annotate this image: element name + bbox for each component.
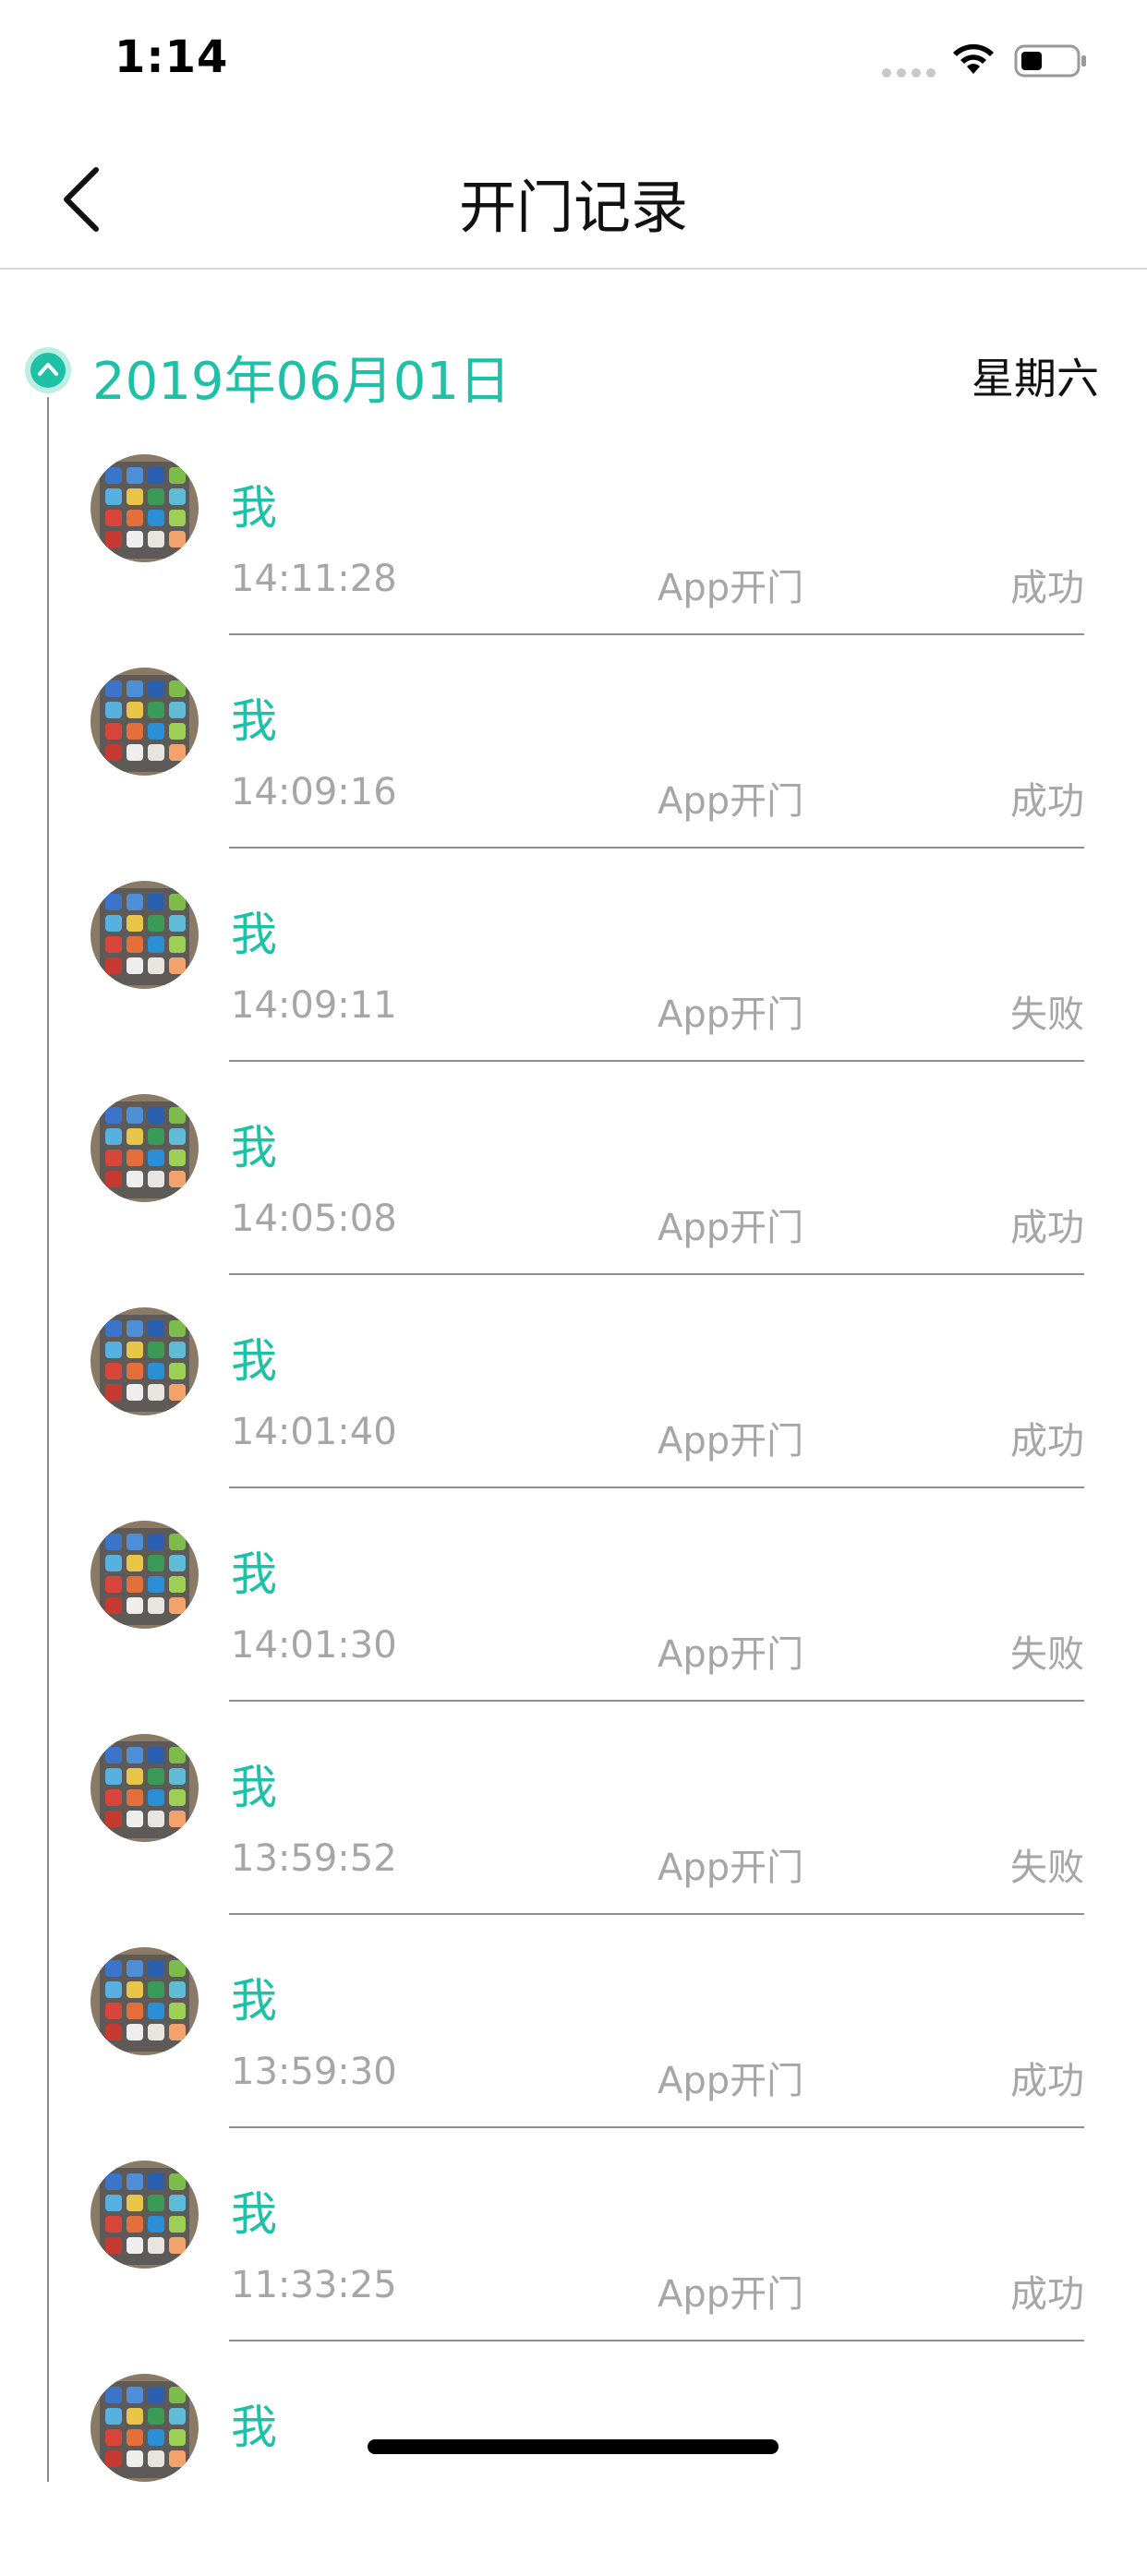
record-row[interactable]: 我 14:09:16 App开门 成功 xyxy=(0,656,1147,870)
row-divider xyxy=(229,1700,1084,1702)
record-method: App开门 xyxy=(658,2060,804,2102)
record-method: App开门 xyxy=(658,1207,804,1249)
record-row[interactable]: 我 14:09:11 App开门 失败 xyxy=(0,870,1147,1083)
record-row[interactable]: 我 14:01:40 App开门 成功 xyxy=(0,1296,1147,1510)
record-method: App开门 xyxy=(658,2273,804,2316)
record-method: App开门 xyxy=(658,1420,804,1463)
avatar xyxy=(91,1947,199,2055)
group-date: 2019年06月01日 xyxy=(92,352,512,412)
record-user-name: 我 xyxy=(231,481,277,535)
avatar xyxy=(91,1734,199,1842)
record-method: App开门 xyxy=(658,1847,804,1889)
avatar xyxy=(91,1094,199,1202)
row-divider xyxy=(229,633,1084,635)
record-method: App开门 xyxy=(658,993,804,1036)
home-indicator[interactable] xyxy=(368,2439,779,2454)
collapse-up-icon[interactable] xyxy=(23,345,73,395)
record-time: 14:01:40 xyxy=(231,1411,397,1453)
record-result: 失败 xyxy=(1010,993,1084,1036)
record-time: 14:01:30 xyxy=(231,1624,397,1667)
record-time: 11:33:25 xyxy=(231,2264,397,2306)
status-bar: 1:14 xyxy=(0,0,1147,122)
avatar xyxy=(91,1521,199,1629)
record-list: 我 14:11:28 App开门 成功 我 14:09:16 App开门 成功 … xyxy=(0,443,1147,2576)
record-user-name: 我 xyxy=(231,1547,277,1601)
record-user-name: 我 xyxy=(231,908,277,961)
row-divider xyxy=(229,1060,1084,1062)
record-row[interactable]: 我 14:11:28 App开门 成功 xyxy=(0,443,1147,656)
record-method: App开门 xyxy=(658,1633,804,1676)
record-method: App开门 xyxy=(658,567,804,609)
row-divider xyxy=(229,1913,1084,1915)
record-user-name: 我 xyxy=(231,1761,277,1814)
avatar xyxy=(91,1307,199,1415)
row-divider xyxy=(229,847,1084,849)
record-user-name: 我 xyxy=(231,1974,277,2028)
record-result: 成功 xyxy=(1010,1420,1084,1463)
row-divider xyxy=(229,2340,1084,2341)
navigation-bar: 开门记录 xyxy=(0,122,1147,270)
record-time: 14:11:28 xyxy=(231,558,397,600)
avatar xyxy=(91,668,199,776)
record-row[interactable]: 我 13:59:30 App开门 成功 xyxy=(0,1936,1147,2149)
record-user-name: 我 xyxy=(231,2401,277,2454)
group-weekday: 星期六 xyxy=(972,354,1099,403)
row-divider xyxy=(229,1487,1084,1488)
record-user-name: 我 xyxy=(231,1121,277,1174)
page-title: 开门记录 xyxy=(458,174,688,241)
record-result: 成功 xyxy=(1010,2060,1084,2102)
record-method: App开门 xyxy=(658,780,804,823)
record-result: 失败 xyxy=(1010,1847,1084,1889)
record-row[interactable]: 我 13:59:52 App开门 失败 xyxy=(0,1723,1147,1936)
cellular-signal-icon xyxy=(882,68,937,78)
record-row[interactable]: 我 14:05:08 App开门 成功 xyxy=(0,1083,1147,1296)
avatar xyxy=(91,454,199,562)
record-result: 成功 xyxy=(1010,780,1084,823)
avatar xyxy=(91,881,199,989)
avatar xyxy=(91,2161,199,2269)
record-time: 13:59:52 xyxy=(231,1837,397,1880)
record-row[interactable]: 我 xyxy=(0,2363,1147,2576)
row-divider xyxy=(229,2126,1084,2128)
record-user-name: 我 xyxy=(231,1334,277,1388)
date-group-header[interactable]: 2019年06月01日 星期六 xyxy=(0,336,1147,412)
status-time: 1:14 xyxy=(115,31,229,83)
record-user-name: 我 xyxy=(231,2187,277,2241)
record-user-name: 我 xyxy=(231,694,277,748)
record-row[interactable]: 我 14:01:30 App开门 失败 xyxy=(0,1510,1147,1723)
row-divider xyxy=(229,1273,1084,1275)
wifi-icon xyxy=(953,43,994,74)
record-time: 14:05:08 xyxy=(231,1198,397,1240)
record-time: 13:59:30 xyxy=(231,2051,397,2093)
record-time: 14:09:11 xyxy=(231,984,397,1027)
avatar xyxy=(91,2374,199,2482)
record-result: 成功 xyxy=(1010,567,1084,609)
battery-icon xyxy=(1014,44,1086,78)
record-result: 成功 xyxy=(1010,2273,1084,2316)
record-time: 14:09:16 xyxy=(231,771,397,813)
record-row[interactable]: 我 11:33:25 App开门 成功 xyxy=(0,2149,1147,2363)
record-result: 失败 xyxy=(1010,1633,1084,1676)
record-result: 成功 xyxy=(1010,1207,1084,1249)
